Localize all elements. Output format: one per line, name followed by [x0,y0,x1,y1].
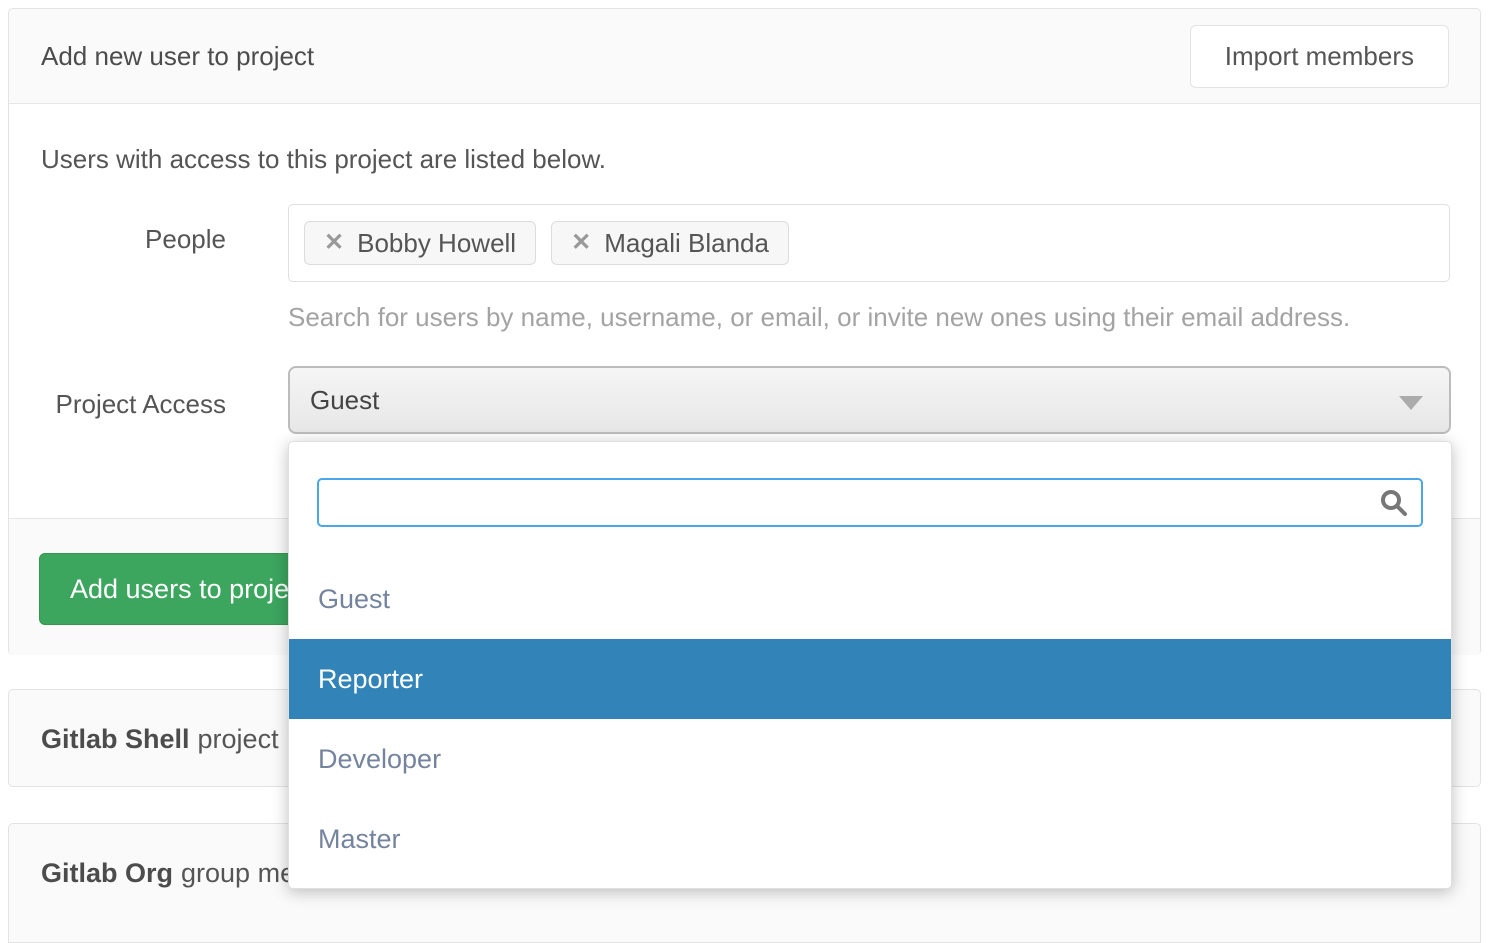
people-tag: ✕ Magali Blanda [551,221,789,265]
remove-tag-icon[interactable]: ✕ [571,231,591,255]
dropdown-search-input[interactable] [317,478,1423,527]
tag-user-name: Magali Blanda [604,228,769,259]
people-help-text: Search for users by name, username, or e… [288,302,1350,333]
gitlab-org-group-name: Gitlab Org [41,858,173,889]
project-access-select[interactable]: Guest [288,366,1451,434]
project-access-value: Guest [310,385,379,416]
page-title: Add new user to project [41,9,314,104]
dropdown-option-guest[interactable]: Guest [289,559,1451,639]
add-user-panel-header: Add new user to project Import members [9,9,1480,104]
remove-tag-icon[interactable]: ✕ [324,231,344,255]
project-access-dropdown: GuestReporterDeveloperMaster [288,441,1452,889]
import-members-button[interactable]: Import members [1190,25,1449,88]
tag-user-name: Bobby Howell [357,228,516,259]
intro-text: Users with access to this project are li… [41,144,606,175]
dropdown-search-wrap [317,478,1423,527]
people-tag: ✕ Bobby Howell [304,221,536,265]
caret-down-icon [1399,396,1423,410]
access-options-list: GuestReporterDeveloperMaster [289,559,1451,879]
people-input[interactable]: ✕ Bobby Howell ✕ Magali Blanda [288,204,1450,282]
project-access-label: Project Access [9,389,226,420]
gitlab-shell-project-name: Gitlab Shell [41,724,190,755]
people-label: People [9,224,226,255]
search-icon [1377,487,1409,519]
dropdown-option-developer[interactable]: Developer [289,719,1451,799]
dropdown-option-master[interactable]: Master [289,799,1451,879]
dropdown-option-reporter[interactable]: Reporter [289,639,1451,719]
